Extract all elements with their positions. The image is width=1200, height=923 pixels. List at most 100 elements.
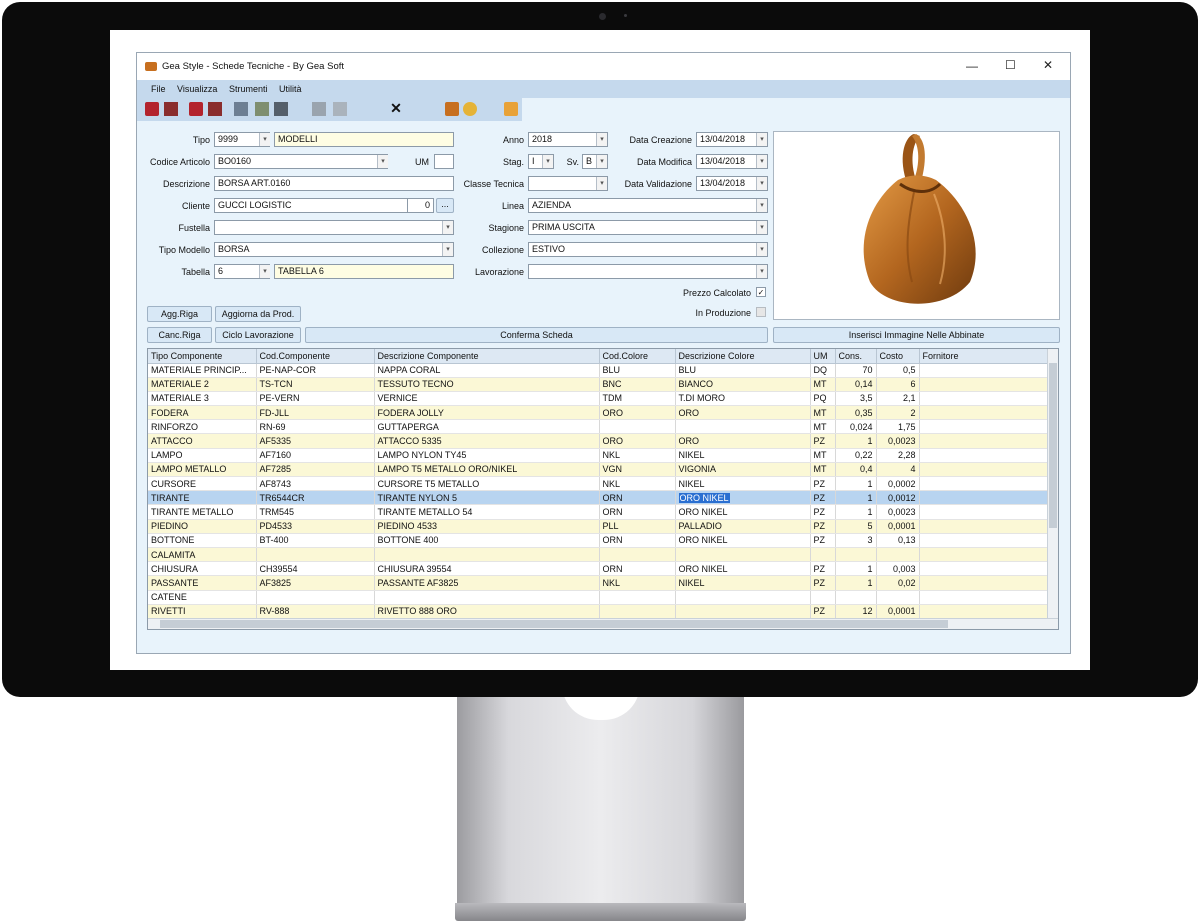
table-cell[interactable]: [599, 419, 676, 435]
table-row[interactable]: BOTTONE BT-400 BOTTONE 400 ORN ORO NIKEL PZ 3 0…: [148, 533, 1048, 548]
table-cell[interactable]: 12: [835, 604, 877, 619]
table-cell[interactable]: MATERIALE 2: [148, 377, 257, 392]
table-cell[interactable]: FODERA: [148, 405, 257, 421]
table-cell[interactable]: LAMPO T5 METALLO ORO/NIKEL: [374, 462, 600, 478]
table-row[interactable]: CURSORE AF8743 CURSORE T5 METALLO NKL NIKEL P…: [148, 476, 1048, 492]
table-row[interactable]: FODERA FD-JLL FODERA JOLLY ORO ORO MT 0,35 2: [148, 405, 1048, 421]
table-cell[interactable]: 1: [835, 490, 877, 506]
table-cell[interactable]: PZ: [810, 476, 836, 492]
delete-icon[interactable]: ✕: [389, 101, 403, 116]
close-icon[interactable]: ✕: [1043, 58, 1053, 72]
table-cell[interactable]: 1,75: [876, 419, 920, 435]
table-cell[interactable]: PE-NAP-COR: [256, 363, 375, 378]
table-cell[interactable]: RV-888: [256, 604, 375, 619]
table-cell[interactable]: 5: [835, 519, 877, 534]
chevron-down-icon[interactable]: ▾: [377, 155, 388, 168]
table-cell[interactable]: PZ: [810, 504, 836, 520]
table-row[interactable]: CALAMITA: [148, 547, 1048, 563]
lavorazione-field[interactable]: [528, 264, 768, 279]
table-cell[interactable]: 0,14: [835, 377, 877, 392]
table-cell[interactable]: PD4533: [256, 519, 375, 534]
new-icon[interactable]: [145, 102, 159, 116]
insert-image-button[interactable]: Inserisci Immagine Nelle Abbinate: [773, 327, 1060, 343]
table-cell[interactable]: BOTTONE: [148, 533, 257, 548]
chevron-down-icon[interactable]: ▾: [756, 243, 767, 256]
table-cell[interactable]: [675, 604, 811, 619]
table-row[interactable]: MATERIALE 2 TS-TCN TESSUTO TECNO BNC BIANCO M…: [148, 377, 1048, 392]
minimize-icon[interactable]: —: [966, 59, 978, 73]
table-cell[interactable]: ATTACCO: [148, 433, 257, 449]
column-header[interactable]: Cons.: [835, 349, 877, 364]
table-cell[interactable]: PASSANTE AF3825: [374, 575, 600, 591]
table-cell[interactable]: 0,22: [835, 448, 877, 463]
table-cell[interactable]: CURSORE T5 METALLO: [374, 476, 600, 492]
chevron-down-icon[interactable]: ▾: [542, 155, 553, 168]
chevron-down-icon[interactable]: ▾: [756, 199, 767, 212]
table-cell[interactable]: 0,35: [835, 405, 877, 421]
table-cell[interactable]: ORO: [675, 433, 811, 449]
table-cell[interactable]: PZ: [810, 604, 836, 619]
table-row[interactable]: ATTACCO AF5335 ATTACCO 5335 ORO ORO PZ 1 0,0023: [148, 433, 1048, 449]
prezzo-calcolato-checkbox[interactable]: ✓: [756, 287, 766, 297]
table-cell[interactable]: [919, 419, 1048, 435]
table-cell[interactable]: [919, 504, 1048, 520]
chevron-down-icon[interactable]: ▾: [442, 243, 453, 256]
table-cell[interactable]: [599, 590, 676, 605]
print-preview-icon[interactable]: [333, 102, 347, 116]
table-row[interactable]: TIRANTE METALLO TRM545 TIRANTE METALLO 54 O…: [148, 504, 1048, 520]
table-cell[interactable]: 0,0012: [876, 490, 920, 506]
table-cell[interactable]: TS-TCN: [256, 377, 375, 392]
table-cell[interactable]: [810, 590, 836, 605]
table-cell[interactable]: BT-400: [256, 533, 375, 548]
table-cell[interactable]: MT: [810, 462, 836, 478]
vertical-scrollbar[interactable]: [1047, 349, 1058, 629]
table-cell[interactable]: LAMPO: [148, 448, 257, 463]
delete-row-button[interactable]: Canc.Riga: [147, 327, 212, 343]
table-cell[interactable]: VGN: [599, 462, 676, 478]
table-cell[interactable]: ATTACCO 5335: [374, 433, 600, 449]
table-cell[interactable]: [919, 519, 1048, 534]
table-cell[interactable]: ORO NIKEL: [675, 533, 811, 548]
scroll-thumb[interactable]: [160, 620, 948, 628]
cliente-lookup-button[interactable]: ...: [436, 198, 454, 213]
table-cell[interactable]: ORO: [599, 433, 676, 449]
table-cell[interactable]: PZ: [810, 490, 836, 506]
table-cell[interactable]: TIRANTE METALLO: [148, 504, 257, 520]
table-cell[interactable]: TESSUTO TECNO: [374, 377, 600, 392]
table-row[interactable]: MATERIALE 3 PE-VERN VERNICE TDM T.DI MORO PQ 3…: [148, 391, 1048, 407]
menu-utilita[interactable]: Utilità: [279, 84, 302, 94]
column-header[interactable]: Cod.Componente: [256, 349, 375, 364]
table-cell[interactable]: NKL: [599, 476, 676, 492]
table-cell[interactable]: NIKEL: [675, 448, 811, 463]
table-cell[interactable]: ORO NIKEL: [675, 504, 811, 520]
table-cell[interactable]: MT: [810, 377, 836, 392]
table-cell[interactable]: ORO: [675, 405, 811, 421]
lock-icon[interactable]: [504, 102, 518, 116]
table-cell[interactable]: NKL: [599, 448, 676, 463]
table-cell[interactable]: MT: [810, 448, 836, 463]
edit-icon[interactable]: [189, 102, 203, 116]
table-cell[interactable]: [675, 590, 811, 605]
table-cell[interactable]: T.DI MORO: [675, 391, 811, 407]
column-header[interactable]: Costo: [876, 349, 920, 364]
table-cell[interactable]: ORN: [599, 533, 676, 548]
confirm-sheet-button[interactable]: Conferma Scheda: [305, 327, 768, 343]
table-row[interactable]: PIEDINO PD4533 PIEDINO 4533 PLL PALLADIO PZ 5 0…: [148, 519, 1048, 534]
menu-strumenti[interactable]: Strumenti: [229, 84, 268, 94]
table-cell[interactable]: [919, 561, 1048, 577]
chevron-down-icon[interactable]: ▾: [756, 265, 767, 278]
menu-file[interactable]: File: [151, 84, 166, 94]
table-cell[interactable]: 0,024: [835, 419, 877, 435]
table-cell[interactable]: [675, 547, 811, 563]
table-cell[interactable]: PIEDINO: [148, 519, 257, 534]
table-cell[interactable]: 1: [835, 504, 877, 520]
tabella-desc-field[interactable]: TABELLA 6: [274, 264, 454, 279]
table-cell[interactable]: NKL: [599, 575, 676, 591]
table-cell[interactable]: ORO: [599, 405, 676, 421]
table-cell[interactable]: AF5335: [256, 433, 375, 449]
table-cell[interactable]: RN-69: [256, 419, 375, 435]
table-cell[interactable]: VIGONIA: [675, 462, 811, 478]
cliente-field[interactable]: GUCCI LOGISTIC: [214, 198, 434, 213]
print-icon[interactable]: [312, 102, 326, 116]
table-cell[interactable]: 0,0023: [876, 433, 920, 449]
